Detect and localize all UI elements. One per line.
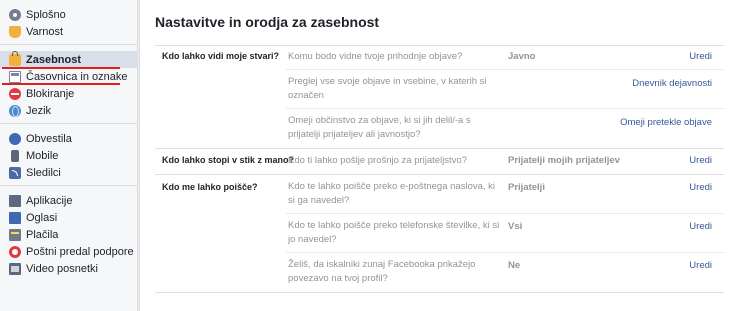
sidebar-item-ads[interactable]: Oglasi: [0, 209, 137, 226]
payment-icon: [9, 228, 21, 241]
settings-sidebar: Splošno Varnost Zasebnost Časovnica in o…: [0, 0, 138, 311]
limit-past-posts-link[interactable]: Omeji pretekle objave: [620, 117, 712, 128]
sidebar-item-label: Video posnetki: [26, 262, 98, 275]
setting-value: Prijatelji mojih prijateljev: [508, 155, 620, 166]
sidebar-group-notifications: Obvestila Mobile Sledilci: [0, 124, 137, 186]
sidebar-item-label: Časovnica in oznake: [26, 70, 128, 83]
sidebar-item-label: Sledilci: [26, 166, 61, 179]
setting-question: Kdo te lahko poišče preko e-poštnega nas…: [288, 181, 496, 206]
sidebar-group-privacy: Zasebnost Časovnica in oznake Blokiranje…: [0, 45, 137, 124]
sidebar-item-label: Splošno: [26, 8, 66, 21]
sidebar-item-label: Aplikacije: [26, 194, 73, 207]
edit-link[interactable]: Uredi: [689, 182, 712, 193]
annotation-underline: [2, 67, 120, 69]
setting-question: Omeji občinstvo za objave, ki si jih del…: [288, 115, 471, 140]
edit-link[interactable]: Uredi: [689, 221, 712, 232]
sidebar-item-general[interactable]: Splošno: [0, 6, 137, 23]
edit-link[interactable]: Uredi: [689, 51, 712, 62]
sidebar-item-mobile[interactable]: Mobile: [0, 147, 137, 164]
sidebar-item-videos[interactable]: Video posnetki: [0, 260, 137, 277]
block-icon: [9, 87, 21, 100]
section-label-who-can-look-up: Kdo me lahko poišče?: [162, 182, 258, 192]
divider: [155, 174, 724, 175]
row-divider: [286, 252, 724, 253]
rss-icon: [9, 166, 21, 179]
sidebar-item-privacy[interactable]: Zasebnost: [0, 50, 137, 68]
setting-question: Preglej vse svoje objave in vsebine, v k…: [288, 76, 487, 101]
sidebar-item-label: Oglasi: [26, 211, 58, 224]
sidebar-item-notifications[interactable]: Obvestila: [0, 130, 137, 147]
gear-icon: [9, 8, 21, 21]
sidebar-item-label: Varnost: [26, 25, 64, 38]
section-label-who-can-see: Kdo lahko vidi moje stvari?: [162, 51, 280, 61]
sidebar-item-language[interactable]: Jezik: [0, 102, 137, 119]
setting-question: Kdo ti lahko pošlje prošnjo za prijatelj…: [288, 155, 468, 166]
sidebar-item-label: Poštni predal podpore: [26, 245, 134, 258]
sidebar-item-payments[interactable]: Plačila: [0, 226, 137, 243]
privacy-settings-panel: Nastavitve in orodja za zasebnost Kdo la…: [139, 0, 736, 311]
shield-icon: [9, 25, 21, 38]
sidebar-group-apps: Aplikacije Oglasi Plačila Poštni predal …: [0, 186, 137, 281]
setting-value: Vsi: [508, 221, 523, 232]
sidebar-item-label: Zasebnost: [26, 53, 82, 66]
apps-icon: [9, 194, 21, 207]
divider: [155, 148, 724, 149]
page-title: Nastavitve in orodja za zasebnost: [155, 14, 380, 30]
sidebar-item-security[interactable]: Varnost: [0, 23, 137, 40]
setting-question: Želiš, da iskalniki zunaj Facebooka prik…: [288, 259, 476, 284]
activity-log-link[interactable]: Dnevnik dejavnosti: [632, 78, 712, 89]
setting-value: Ne: [508, 260, 521, 271]
globe-icon: [9, 104, 21, 117]
row-divider: [286, 69, 724, 70]
sidebar-group-general: Splošno Varnost: [0, 0, 137, 45]
timeline-icon: [9, 70, 21, 83]
row-divider: [286, 108, 724, 109]
sidebar-item-followers[interactable]: Sledilci: [0, 164, 137, 181]
sidebar-item-blocking[interactable]: Blokiranje: [0, 85, 137, 102]
section-label-who-can-contact: Kdo lahko stopi v stik z mano?: [162, 155, 295, 165]
sidebar-item-label: Blokiranje: [26, 87, 75, 100]
divider: [155, 45, 724, 46]
mobile-icon: [11, 149, 19, 162]
sidebar-item-label: Plačila: [26, 228, 59, 241]
sidebar-item-label: Mobile: [26, 149, 59, 162]
ads-icon: [9, 211, 21, 224]
lock-icon: [9, 50, 21, 66]
edit-link[interactable]: Uredi: [689, 260, 712, 271]
sidebar-item-support-inbox[interactable]: Poštni predal podpore: [0, 243, 137, 260]
row-divider: [286, 213, 724, 214]
support-icon: [9, 245, 21, 258]
setting-question: Kdo te lahko poišče preko telefonske šte…: [288, 220, 500, 245]
annotation-underline: [2, 83, 120, 85]
setting-value: Prijatelji: [508, 182, 545, 193]
sidebar-item-label: Obvestila: [26, 132, 72, 145]
divider: [155, 292, 724, 293]
edit-link[interactable]: Uredi: [689, 155, 712, 166]
setting-question: Komu bodo vidne tvoje prihodnje objave?: [288, 51, 463, 62]
sidebar-item-label: Jezik: [26, 104, 52, 117]
sidebar-item-apps[interactable]: Aplikacije: [0, 192, 137, 209]
setting-value: Javno: [508, 51, 536, 62]
video-icon: [9, 262, 21, 275]
globe-notification-icon: [9, 132, 21, 145]
